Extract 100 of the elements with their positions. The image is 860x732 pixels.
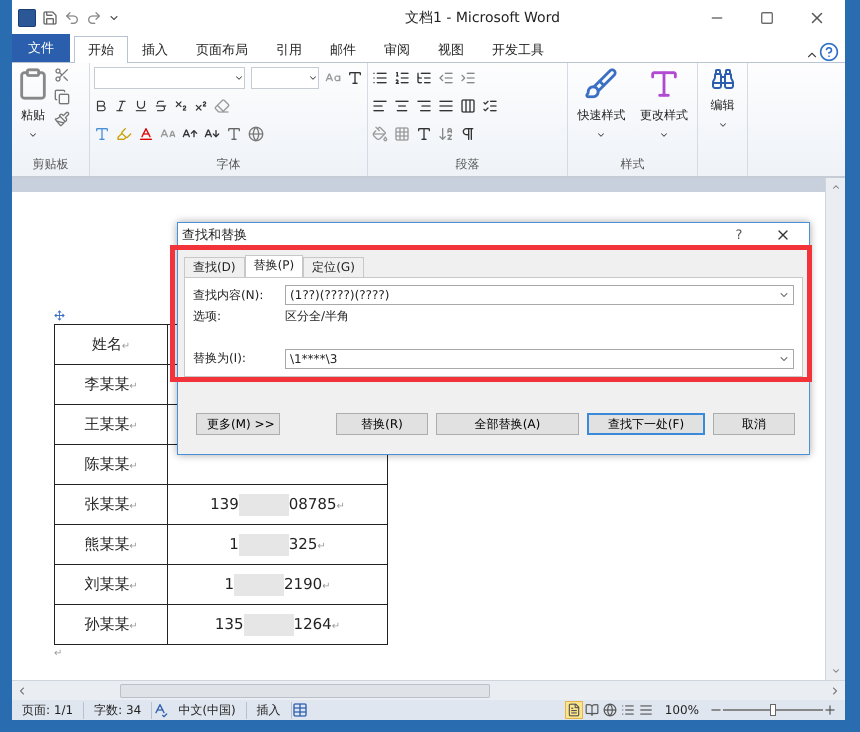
undo-icon[interactable] [64,10,80,26]
dialog-button[interactable]: 取消 [713,413,795,435]
borders-icon[interactable] [394,126,410,142]
table-cell: 熊某某↵ [54,524,168,564]
web-layout-icon[interactable] [600,701,619,719]
table-cell: 姓名↵ [54,324,168,364]
ribbon-tab[interactable]: 插入 [128,36,182,63]
language-indicator[interactable]: 中文(中国) [168,702,247,718]
redaction-patch [238,534,289,556]
dialog-button[interactable]: 全部替换(A) [436,413,579,435]
maximize-icon[interactable] [760,10,774,24]
multilevel-list-icon[interactable] [416,70,432,86]
ribbon-tab[interactable]: 开发工具 [478,36,558,63]
dialog-button[interactable]: 查找下一处(F) [587,413,705,435]
dialog-tab[interactable]: 替换(P) [244,255,304,278]
vertical-scrollbar[interactable] [825,178,845,680]
dialog-title: 查找和替换 [182,227,248,244]
quick-styles-icon[interactable] [584,67,618,101]
increase-indent-icon[interactable] [460,70,476,86]
ribbon-tab[interactable]: 引用 [262,36,316,63]
table-cell: 1 325↵ [168,524,388,564]
zoom-slider[interactable] [723,704,823,716]
cut-icon[interactable] [54,67,70,83]
table-cell: 刘某某↵ [54,564,168,604]
redaction-patch [238,494,289,516]
binoculars-icon[interactable] [710,67,734,91]
options-value: 区分全/半角 [285,308,350,326]
sort-icon[interactable] [438,126,454,142]
help-icon[interactable] [819,42,839,62]
font-size-field[interactable] [250,67,319,89]
horizontal-scrollbar[interactable] [12,680,845,700]
find-field[interactable]: (1??)(????)(????) [285,285,794,306]
table-cell: 135 1264↵ [168,604,388,644]
print-layout-icon[interactable] [564,701,583,719]
find-label: 查找内容(N): [193,286,264,304]
justify-icon[interactable] [438,98,454,114]
word-count[interactable]: 字数: 34 [84,702,152,718]
underline-icon[interactable] [134,99,148,113]
font-name-field[interactable] [94,67,245,89]
save-icon[interactable] [42,10,58,26]
file-tab[interactable]: 文件 [12,34,70,62]
table-cell: 张某某↵ [54,484,168,524]
zoom-level[interactable]: 100% [654,703,709,717]
ribbon-tab[interactable]: 页面布局 [182,36,262,63]
group-label: 样式 [620,156,646,173]
format-painter-icon[interactable] [54,111,70,127]
ribbon-tab[interactable]: 开始 [74,36,128,63]
clear-formatting-icon[interactable] [214,98,230,114]
group-label: 字体 [216,156,242,173]
decrease-indent-icon[interactable] [438,70,454,86]
paste-button[interactable]: 粘贴 [21,107,45,124]
table-cell: 陈某某↵ [54,444,168,484]
paragraph-mark: ↵ [54,648,62,659]
zoom-in-icon[interactable] [823,703,837,717]
table-cell: 王某某↵ [54,404,168,444]
replace-label: 替换为(I): [193,350,247,368]
superscript-icon[interactable] [194,99,208,113]
ribbon-tab[interactable]: 邮件 [316,36,370,63]
align-left-icon[interactable] [372,98,388,114]
dialog-button[interactable]: 更多(M) >> [196,413,280,435]
copy-icon[interactable] [54,89,70,105]
ribbon-tab[interactable]: 审阅 [370,36,424,63]
group-label: 段落 [454,156,480,173]
ribbon-tab[interactable]: 视图 [424,36,478,63]
bullets-icon[interactable] [372,70,388,86]
paragraph-mark-icon[interactable] [460,126,476,142]
replace-field[interactable]: \1****\3 [285,348,794,369]
dialog-button[interactable]: 替换(R) [336,413,428,435]
table-cell: 139 08785↵ [168,484,388,524]
editing-button[interactable]: 编辑 [710,97,734,114]
scroll-thumb[interactable] [120,684,490,698]
change-styles-button[interactable]: 更改样式 [640,107,688,124]
numbering-icon[interactable] [394,70,410,86]
enclose-characters-icon[interactable] [248,126,264,142]
align-right-icon[interactable] [416,98,432,114]
dialog-tab[interactable]: 定位(G) [303,257,364,278]
strikethrough-icon[interactable] [154,99,168,113]
subscript-icon[interactable] [174,99,188,113]
group-label: 剪贴板 [32,156,70,173]
quick-styles-button[interactable]: 快速样式 [577,107,626,124]
redaction-patch [244,614,294,636]
bold-icon[interactable] [94,99,108,113]
window-title: 文档1 - Microsoft Word [404,8,561,26]
redo-icon[interactable] [86,10,102,26]
options-label: 选项: [193,308,222,326]
shading-icon[interactable] [372,126,388,142]
table-cell: 孙某某↵ [54,604,168,644]
page-count[interactable]: 页面: 1/1 [12,702,84,718]
macro-record-icon[interactable] [292,702,308,718]
insert-mode[interactable]: 插入 [246,702,292,718]
table-cell: 李某某↵ [54,364,168,404]
table-cell: 1 2190↵ [168,564,388,604]
italic-icon[interactable] [114,99,128,113]
table-move-handle-icon[interactable] [54,310,65,321]
align-center-icon[interactable] [394,98,410,114]
help-button[interactable]: ? [717,228,761,242]
dialog-tab[interactable]: 查找(D) [184,257,245,278]
redaction-patch [234,574,284,596]
word-logo-icon [18,8,36,26]
font-color-icon[interactable] [138,126,154,142]
